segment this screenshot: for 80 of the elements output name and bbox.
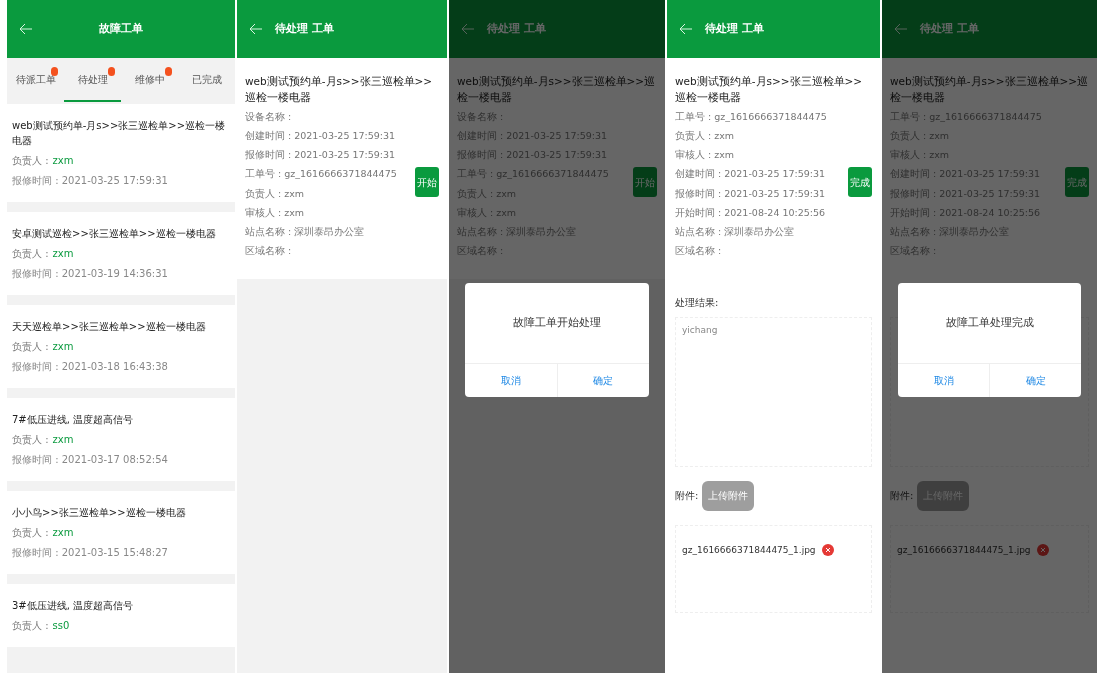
work-order-card[interactable]: 安卓测试巡检>>张三巡检单>>巡检一楼电器 负责人 : zxm 报修时间 : 2021-03-19 14:36:31	[7, 212, 235, 295]
work-order-card[interactable]: 天天巡检单>>张三巡检单>>巡检一楼电器 负责人 : zxm 报修时间 : 2021-03-18 16:43:38	[7, 305, 235, 388]
file-name[interactable]: gz_1616666371844475_1.jpg	[897, 543, 1031, 557]
confirm-button[interactable]: 确定	[557, 364, 649, 397]
owner-label: 负责人 :	[12, 247, 49, 261]
owner-name: zxm	[52, 433, 74, 447]
upload-button[interactable]: 上传附件	[702, 480, 755, 511]
owner-label: 负责人 :	[12, 619, 49, 633]
tab[interactable]: 已完成	[178, 58, 235, 102]
order-title: 天天巡检单>>张三巡检单>>巡检一楼电器	[12, 320, 207, 334]
detail-field: 工单号 : gz_1616666371844475	[245, 167, 415, 182]
owner-label: 负责人 :	[12, 154, 49, 168]
work-order-card[interactable]: web测试预约单-月s>>张三巡检单>>巡检一楼电器 负责人 : zxm 报修时间 : 2021-03-25 17:59:31	[7, 104, 235, 202]
detail-field: 审核人 : zxm	[675, 148, 848, 163]
detail-field: 站点名称 : 深圳泰昂办公室	[245, 225, 415, 240]
owner-name: zxm	[52, 154, 74, 168]
confirm-button[interactable]: 确定	[990, 364, 1081, 397]
section-label: 处理结果:	[675, 296, 719, 308]
owner-name: zxm	[52, 526, 74, 540]
order-title: 安卓测试巡检>>张三巡检单>>巡检一楼电器	[12, 227, 217, 241]
report-time: 报修时间 : 2021-03-15 15:48:27	[12, 546, 169, 560]
work-order-card[interactable]: 7#低压进线, 温度超高信号 负责人 : zxm 报修时间 : 2021-03-17 08:52:54	[7, 398, 235, 481]
detail-field: 开始时间 : 2021-08-24 10:25:56	[675, 205, 848, 220]
delete-icon[interactable]	[1036, 543, 1049, 556]
report-time: 报修时间 : 2021-03-19 14:36:31	[12, 267, 169, 281]
detail-field: 创建时间 : 2021-03-25 17:59:31	[245, 128, 415, 143]
work-order-card[interactable]: 3#低压进线, 温度超高信号 负责人 : ss0	[7, 584, 235, 647]
header-title: 故障工单	[98, 20, 144, 37]
detail-field: 区域名称 :	[675, 244, 848, 259]
header-title: 待处理 工单	[705, 20, 764, 37]
action-button[interactable]: 开始	[415, 167, 439, 197]
back-arrow-icon[interactable]	[461, 22, 475, 36]
file-name[interactable]: gz_1616666371844475_1.jpg	[682, 543, 816, 557]
back-arrow-icon[interactable]	[19, 22, 33, 36]
report-time: 报修时间 : 2021-03-17 08:52:54	[12, 453, 169, 467]
detail-field: 负责人 : zxm	[245, 186, 415, 201]
owner-name: zxm	[52, 340, 74, 354]
detail-field: 创建时间 : 2021-03-25 17:59:31	[675, 167, 848, 182]
owner-name: ss0	[52, 619, 70, 633]
detail-field: 报修时间 : 2021-03-25 17:59:31	[675, 186, 848, 201]
dialog-message: 故障工单处理完成	[945, 314, 1034, 331]
result-text-area[interactable]: yichang	[675, 316, 872, 467]
attachment-label: 附件:	[890, 489, 914, 503]
dialog-message: 故障工单开始处理	[513, 314, 601, 331]
back-arrow-icon[interactable]	[894, 22, 908, 36]
tab[interactable]: 待处理	[64, 58, 121, 102]
detail-field: 报修时间 : 2021-03-25 17:59:31	[245, 148, 415, 163]
detail-field: 负责人 : zxm	[675, 128, 848, 143]
order-title: 3#低压进线, 温度超高信号	[12, 599, 135, 613]
report-time: 报修时间 : 2021-03-18 16:43:38	[12, 360, 169, 374]
order-title: web测试预约单-月s>>张三巡检单>>巡检一楼电器	[675, 74, 864, 105]
order-title: 小小鸟>>张三巡检单>>巡检一楼电器	[12, 506, 187, 520]
action-button[interactable]: 完成	[1065, 167, 1089, 197]
order-title: web测试预约单-月s>>张三巡检单>>巡检一楼电器	[245, 74, 434, 105]
header-title: 待处理 工单	[275, 20, 334, 37]
order-title: web测试预约单-月s>>张三巡检单>>巡检一楼电器	[12, 119, 226, 148]
detail-field: 审核人 : zxm	[245, 205, 415, 220]
detail-field: 区域名称 :	[245, 244, 415, 259]
cancel-button[interactable]: 取消	[465, 364, 558, 397]
back-arrow-icon[interactable]	[679, 22, 693, 36]
detail-field: 站点名称 : 深圳泰昂办公室	[675, 225, 848, 240]
work-order-card[interactable]: 小小鸟>>张三巡检单>>巡检一楼电器 负责人 : zxm 报修时间 : 2021-03-15 15:48:27	[7, 491, 235, 574]
header-title: 待处理 工单	[920, 20, 979, 37]
tab[interactable]: 待派工单	[7, 58, 64, 102]
detail-field: 工单号 : gz_1616666371844475	[675, 109, 848, 124]
detail-field: 设备名称 :	[245, 109, 415, 124]
order-title: 7#低压进线, 温度超高信号	[12, 413, 135, 427]
owner-label: 负责人 :	[12, 433, 49, 447]
delete-icon[interactable]	[821, 543, 834, 556]
back-arrow-icon[interactable]	[249, 22, 263, 36]
owner-label: 负责人 :	[12, 526, 49, 540]
header-title: 待处理 工单	[487, 20, 546, 37]
attachment-label: 附件:	[675, 489, 699, 503]
action-button[interactable]: 开始	[633, 167, 657, 197]
tab[interactable]: 维修中	[121, 58, 178, 102]
cancel-button[interactable]: 取消	[898, 364, 990, 397]
action-button[interactable]: 完成	[848, 167, 872, 197]
report-time: 报修时间 : 2021-03-25 17:59:31	[12, 174, 169, 188]
owner-name: zxm	[52, 247, 74, 261]
owner-label: 负责人 :	[12, 340, 49, 354]
